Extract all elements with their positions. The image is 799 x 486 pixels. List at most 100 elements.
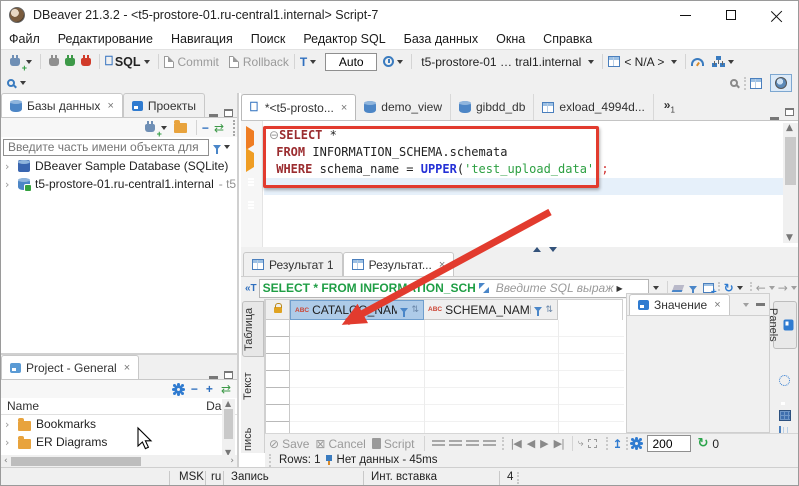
prev-row-icon[interactable]: ◀	[527, 437, 536, 450]
fetch-size-input[interactable]	[647, 435, 692, 452]
result-tab-close-icon[interactable]: ×	[439, 259, 445, 271]
collapse-all-icon[interactable]: −	[202, 121, 209, 135]
editor-maximize-icon[interactable]	[785, 108, 794, 116]
auto-refresh-icon[interactable]: ↻	[697, 436, 708, 451]
clear-filter-icon[interactable]	[671, 284, 684, 292]
tab-project-general[interactable]: Project - General ×	[1, 355, 140, 379]
tab-grid-mode[interactable]: Таблица	[242, 301, 264, 357]
tab-demo-view[interactable]: demo_view	[356, 94, 451, 120]
tab-result-2[interactable]: Результат... ×	[342, 252, 455, 276]
project-item-er-diagrams[interactable]: › ER Diagrams	[1, 433, 237, 451]
project-tab-close-icon[interactable]: ×	[124, 362, 130, 374]
grid-body[interactable]	[290, 320, 624, 433]
tree-item-sample-db[interactable]: › DBeaver Sample Database (SQLite)	[1, 157, 237, 175]
tab-result-1[interactable]: Результат 1	[243, 252, 343, 276]
nav-new-connection-icon[interactable]: +	[142, 121, 162, 138]
result-grid[interactable]: ABC CATALOG_NAME ⇅ ABC SCHEMA_NAME ⇅	[265, 299, 624, 433]
expand-chevron-icon[interactable]: ›	[5, 178, 13, 191]
dashboard-icon[interactable]	[691, 57, 705, 66]
save-button[interactable]: Save	[282, 437, 309, 451]
expand-chevron-icon[interactable]: ›	[5, 436, 13, 449]
apply-filter-icon[interactable]	[688, 285, 697, 295]
tab-exload[interactable]: exload_4994d...	[534, 94, 654, 120]
tab-script[interactable]: ⎕ *<t5-prosto... ×	[241, 94, 357, 120]
grid-corner[interactable]	[266, 300, 290, 320]
search-dropdown[interactable]	[20, 81, 26, 85]
content-assist-icon[interactable]: ▶	[616, 284, 622, 293]
search-icon[interactable]	[7, 79, 15, 87]
tab-text-mode[interactable]: Текст	[242, 365, 264, 407]
connection-selector-dropdown[interactable]	[588, 59, 595, 64]
column-filter-icon[interactable]	[534, 307, 543, 316]
history-dropdown[interactable]	[397, 59, 404, 64]
navigator-minimize-icon[interactable]	[209, 114, 218, 117]
edit-row-icon[interactable]	[431, 439, 445, 448]
refresh-dropdown[interactable]	[736, 286, 743, 290]
metadata-panel-icon[interactable]	[779, 410, 791, 421]
menu-help[interactable]: Справка	[543, 32, 592, 46]
sql-editor-dropdown[interactable]	[143, 59, 150, 64]
splitter-up-icon[interactable]	[533, 247, 541, 252]
open-table-icon[interactable]	[750, 77, 762, 89]
project-maximize-icon[interactable]	[224, 371, 233, 379]
project-settings-icon[interactable]	[173, 384, 183, 394]
column-header-schema-name[interactable]: ABC SCHEMA_NAME ⇅	[424, 300, 558, 320]
disconnect-icon[interactable]	[81, 54, 91, 66]
filter-expand-icon[interactable]	[478, 283, 489, 293]
column-name-header[interactable]: Name	[7, 399, 206, 413]
project-minimize-icon[interactable]	[209, 376, 218, 379]
forward-dropdown[interactable]	[790, 286, 797, 290]
record-toggle-icon[interactable]	[779, 375, 790, 386]
transaction-dropdown[interactable]	[310, 59, 317, 64]
splitter-down-icon[interactable]	[549, 247, 557, 252]
commit-button[interactable]: Commit	[178, 55, 219, 69]
auto-commit-input[interactable]	[325, 52, 378, 71]
maximize-button[interactable]	[708, 1, 754, 29]
menu-edit[interactable]: Редактирование	[58, 32, 153, 46]
next-row-icon[interactable]: ▶	[540, 437, 549, 450]
column-sort-icon[interactable]: ⇅	[545, 305, 553, 315]
column-sort-icon[interactable]: ⇅	[411, 305, 419, 315]
execute-statement-icon[interactable]	[246, 126, 254, 150]
reconnect-icon[interactable]	[65, 54, 75, 66]
back-dropdown[interactable]	[768, 286, 775, 290]
menu-search[interactable]: Поиск	[251, 32, 286, 46]
transaction-mode-icon[interactable]: T	[300, 55, 307, 69]
project-collapse-icon[interactable]: −	[191, 382, 198, 396]
expand-chevron-icon[interactable]: ›	[5, 160, 13, 173]
minimize-button[interactable]	[662, 1, 708, 29]
project-hscrollbar[interactable]: ‹ ›	[1, 455, 237, 467]
history-clock-icon[interactable]	[383, 56, 395, 67]
perspective-button[interactable]	[770, 74, 792, 92]
network-icon[interactable]	[712, 55, 725, 68]
tree-item-t5-prostore[interactable]: › t5-prostore-01.ru-central1.internal - …	[1, 175, 237, 193]
column-date-header[interactable]: Da	[206, 399, 221, 413]
panels-toggle-tab[interactable]: Panels	[767, 301, 797, 349]
tab-projects[interactable]: Проекты	[122, 93, 206, 117]
monitor-dropdown[interactable]	[728, 59, 735, 64]
quick-search-icon[interactable]	[730, 79, 738, 87]
schema-selector-dropdown[interactable]	[671, 59, 678, 64]
sql-editor-button[interactable]: SQL	[115, 55, 141, 69]
menu-file[interactable]: Файл	[9, 32, 40, 46]
filter-dropdown[interactable]	[224, 145, 230, 149]
copy-row-icon[interactable]	[465, 439, 479, 448]
menu-navigate[interactable]: Навигация	[171, 32, 233, 46]
databases-tab-close-icon[interactable]: ×	[107, 100, 113, 112]
link-with-editor-icon[interactable]: ⇄	[214, 121, 224, 135]
project-item-bookmarks[interactable]: › Bookmarks	[1, 415, 237, 433]
script-button[interactable]: Script	[384, 437, 415, 451]
value-menu-dropdown[interactable]	[743, 302, 749, 307]
fetch-next-icon[interactable]: ⤷	[578, 438, 584, 449]
filter-history-dropdown[interactable]	[652, 286, 659, 290]
editor-vscrollbar[interactable]: ▲ ▼	[783, 123, 798, 243]
last-row-icon[interactable]: ▶|	[554, 437, 565, 450]
menu-window[interactable]: Окна	[496, 32, 525, 46]
result-filter-input[interactable]: SELECT * FROM INFORMATION_SCH Введите SQ…	[258, 278, 649, 298]
schema-selector[interactable]: < N/A >	[624, 55, 664, 69]
object-filter-input[interactable]	[3, 138, 209, 156]
cancel-button[interactable]: Cancel	[328, 437, 365, 451]
tab-gibdd-db[interactable]: gibdd_db	[451, 94, 535, 120]
tab-overflow-button[interactable]: »1	[664, 98, 675, 114]
nav-new-folder-icon[interactable]	[173, 119, 187, 133]
